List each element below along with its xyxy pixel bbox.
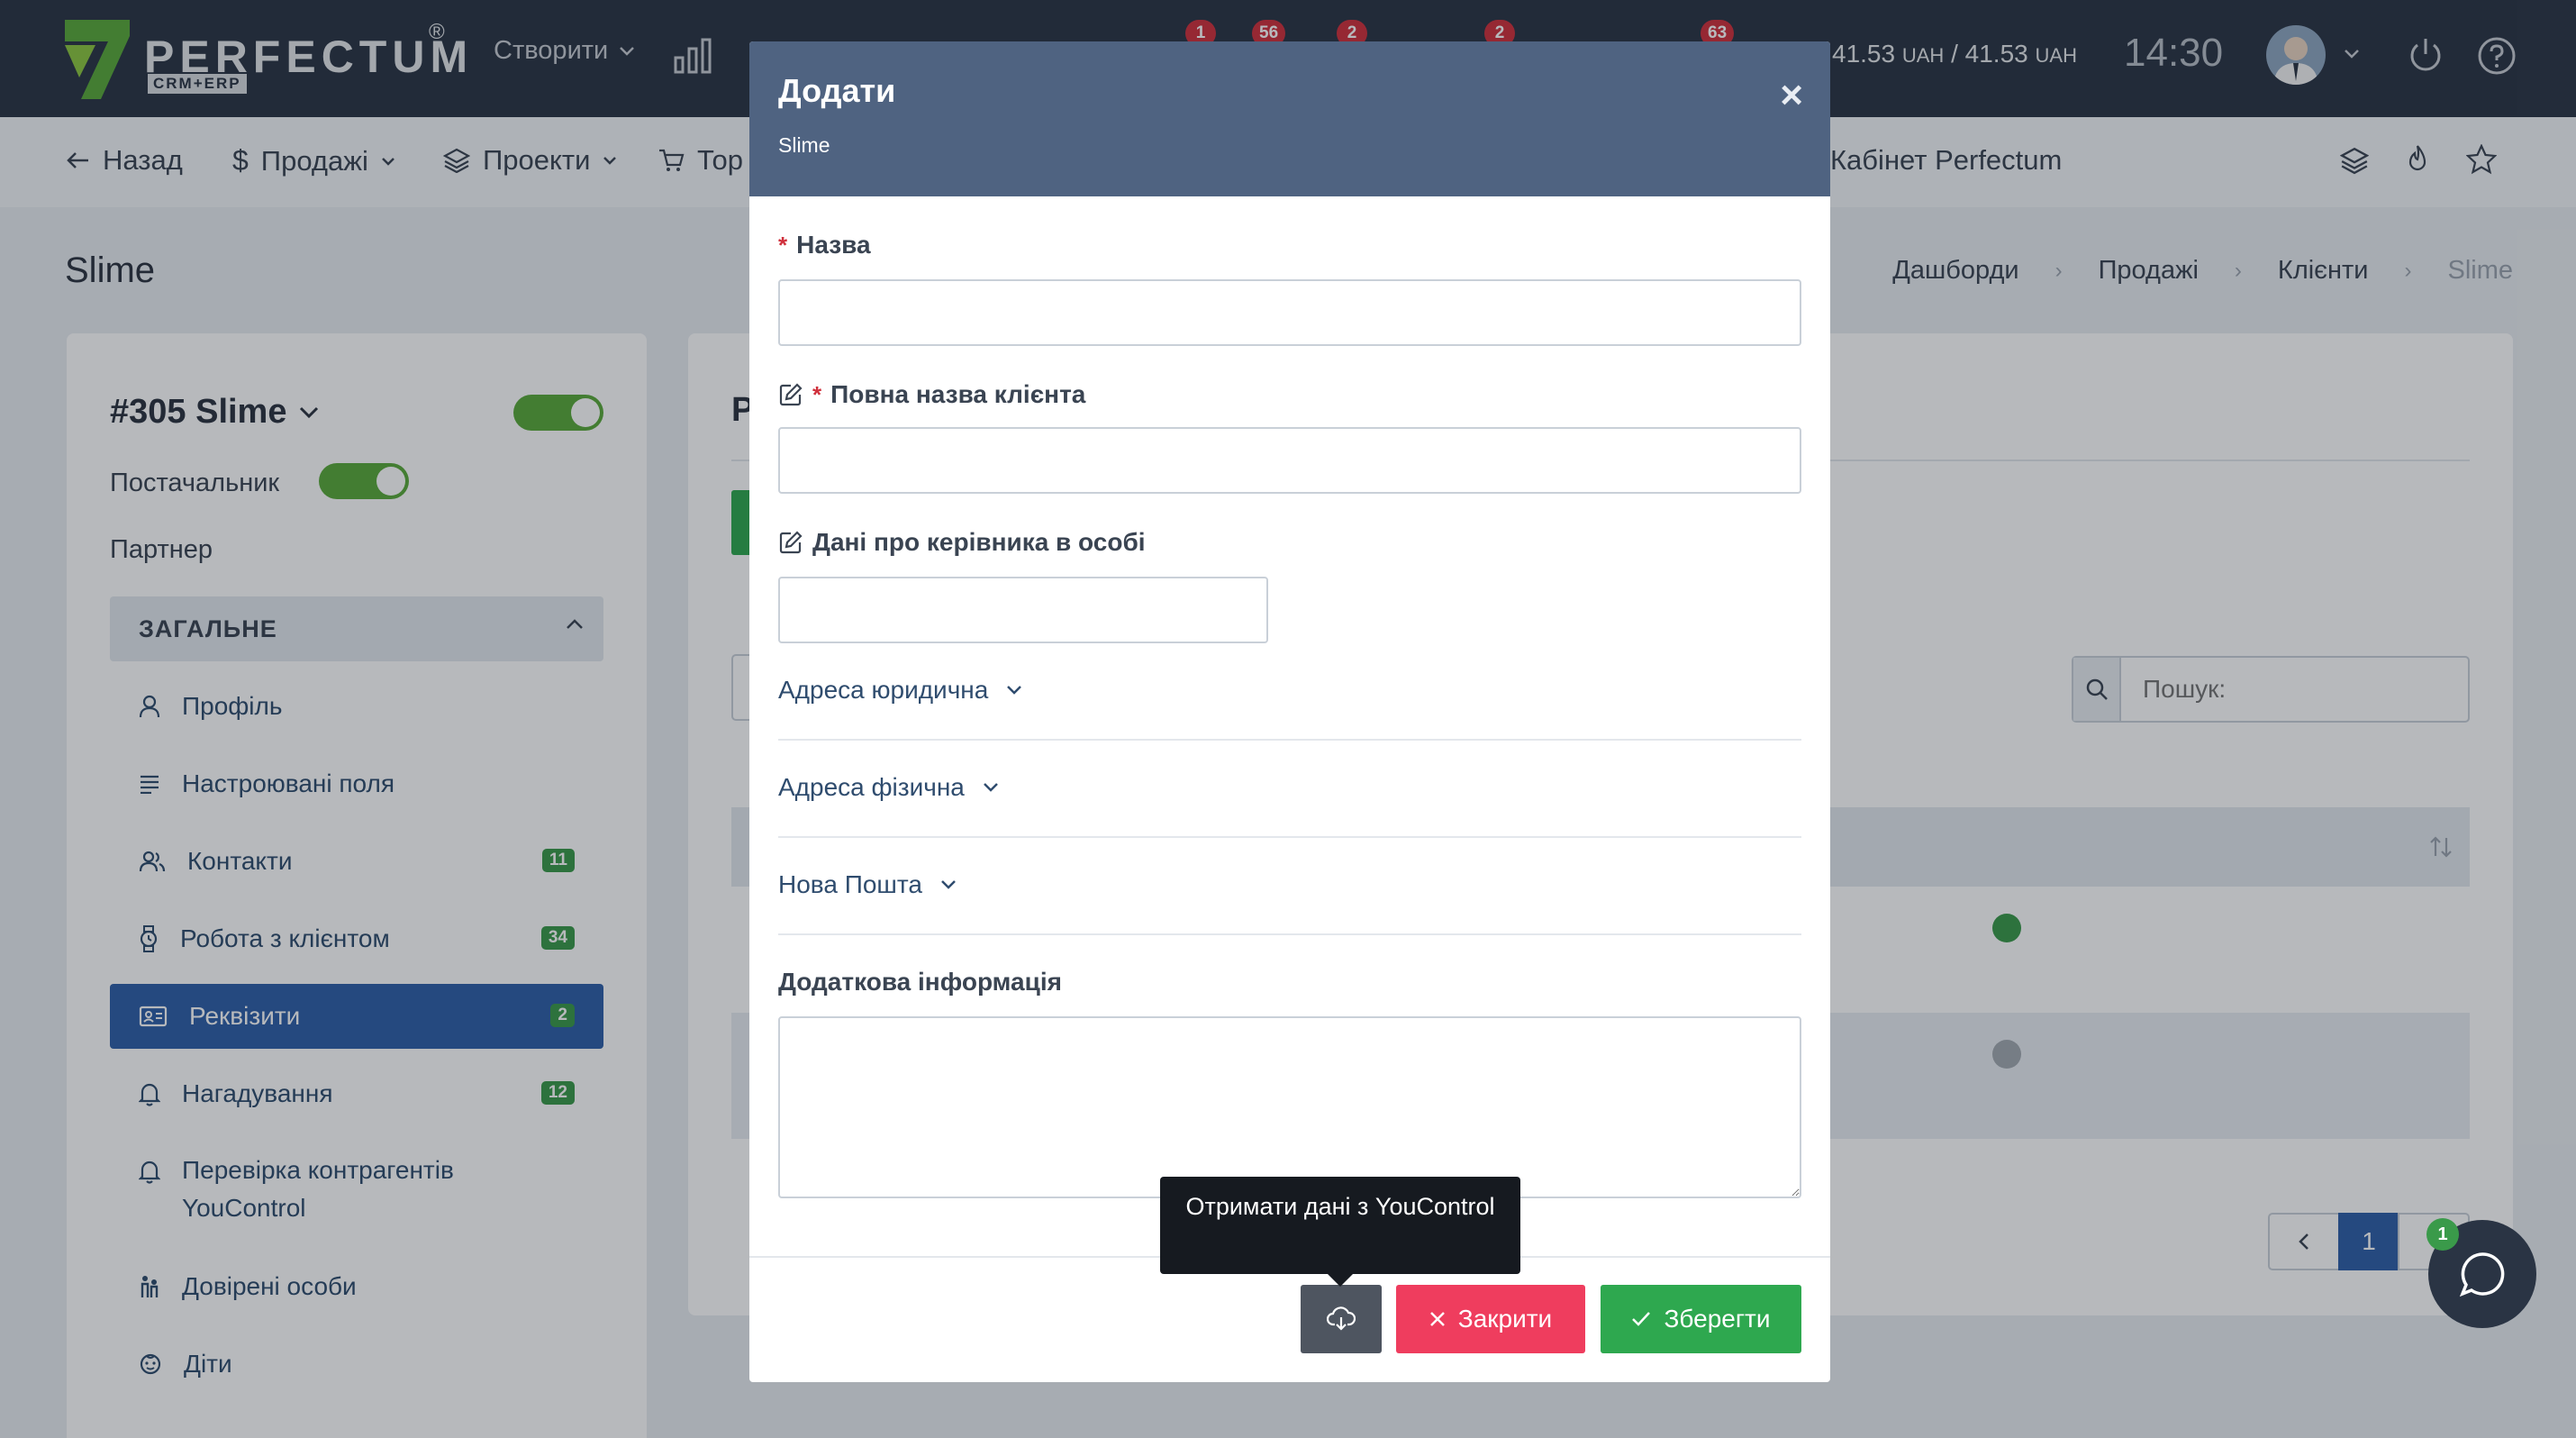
chevron-down-icon bbox=[941, 880, 956, 889]
director-input[interactable] bbox=[778, 577, 1268, 643]
extra-info-textarea[interactable] bbox=[778, 1016, 1801, 1198]
director-label-text: Дані про керівника в особі bbox=[812, 528, 1146, 556]
physical-address-toggle[interactable]: Адреса фізична bbox=[778, 773, 999, 802]
full-name-label-text: Повна назва клієнта bbox=[830, 380, 1086, 408]
extra-info-label: Додаткова інформація bbox=[778, 968, 1062, 996]
chat-bubble-icon bbox=[2459, 1252, 2505, 1297]
youcontrol-tooltip: Отримати дані з YouControl bbox=[1160, 1177, 1520, 1287]
close-icon bbox=[1429, 1312, 1445, 1326]
director-field-label: Дані про керівника в особі bbox=[778, 528, 1146, 557]
save-button[interactable]: Зберегти bbox=[1601, 1285, 1801, 1353]
modal-header: Додати Slime × bbox=[749, 41, 1830, 196]
divider bbox=[778, 739, 1801, 741]
close-icon[interactable]: × bbox=[1780, 76, 1803, 115]
nova-poshta-toggle[interactable]: Нова Пошта bbox=[778, 870, 957, 899]
divider bbox=[778, 933, 1801, 935]
full-name-field-label: * Повна назва клієнта bbox=[778, 380, 1085, 409]
save-button-label: Зберегти bbox=[1664, 1305, 1771, 1333]
full-name-input[interactable] bbox=[778, 427, 1801, 494]
name-input[interactable] bbox=[778, 279, 1801, 346]
modal-title: Додати bbox=[778, 72, 896, 109]
legal-address-toggle[interactable]: Адреса юридична bbox=[778, 676, 1022, 705]
close-button[interactable]: Закрити bbox=[1396, 1285, 1585, 1353]
legal-address-label: Адреса юридична bbox=[778, 676, 989, 704]
check-icon bbox=[1632, 1312, 1651, 1326]
physical-address-label: Адреса фізична bbox=[778, 773, 965, 801]
modal-subtitle: Slime bbox=[778, 133, 830, 157]
name-field-label: * Назва bbox=[778, 231, 871, 259]
chevron-down-icon bbox=[983, 783, 998, 792]
chevron-down-icon bbox=[1007, 686, 1022, 695]
divider bbox=[778, 836, 1801, 838]
required-mark: * bbox=[812, 380, 822, 408]
name-label-text: Назва bbox=[796, 231, 871, 259]
edit-icon[interactable] bbox=[778, 382, 803, 407]
chat-unread-badge: 1 bbox=[2426, 1218, 2459, 1251]
cloud-download-icon bbox=[1327, 1306, 1356, 1331]
youcontrol-fetch-button[interactable] bbox=[1301, 1285, 1382, 1353]
nova-poshta-label: Нова Пошта bbox=[778, 870, 922, 898]
close-button-label: Закрити bbox=[1457, 1305, 1553, 1333]
required-mark: * bbox=[778, 231, 788, 259]
edit-icon[interactable] bbox=[778, 530, 803, 555]
